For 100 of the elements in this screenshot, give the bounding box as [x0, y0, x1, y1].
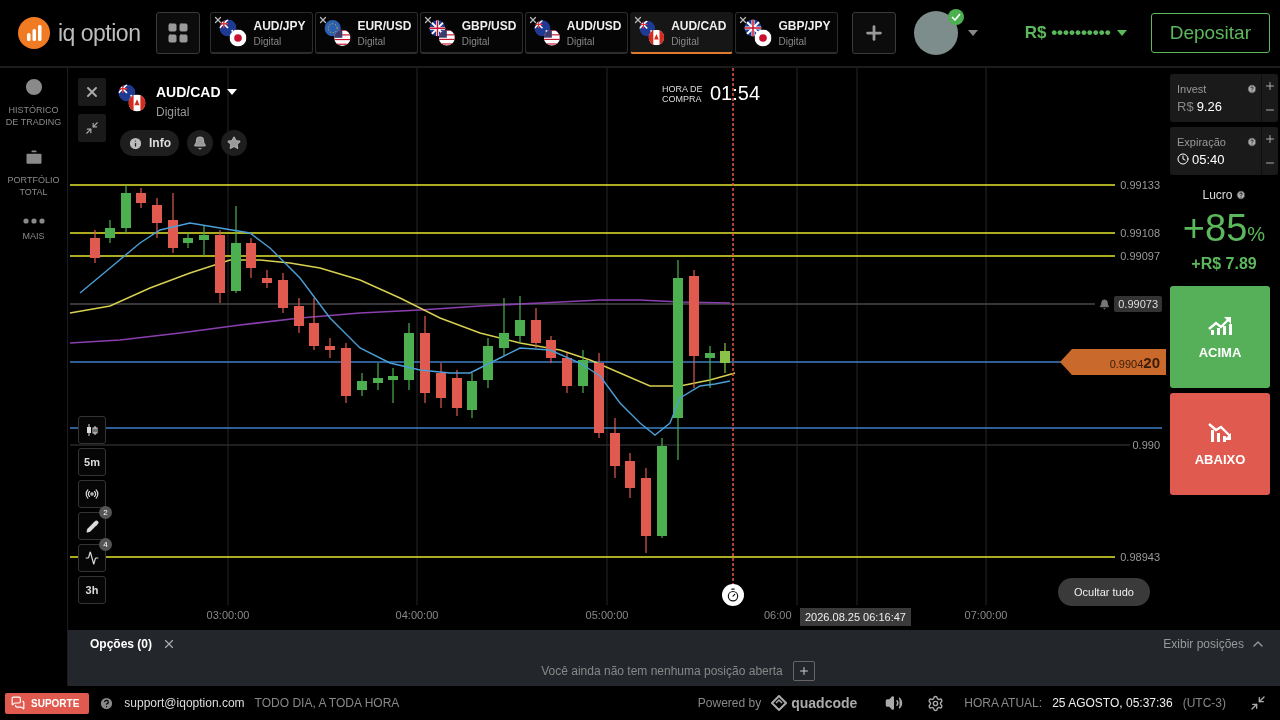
- help-icon[interactable]: [1247, 136, 1257, 147]
- asset-tab[interactable]: EUR/USD Digital: [315, 12, 419, 54]
- current-price-tag: 0.990420: [1060, 349, 1166, 375]
- candlestick: [294, 297, 304, 334]
- caret-icon: [1116, 30, 1127, 36]
- add-position-button[interactable]: [792, 661, 815, 681]
- asset-tab[interactable]: AUD/CAD Digital: [630, 12, 734, 54]
- purchase-time-label: HORA DE COMPRA: [662, 83, 704, 104]
- chat-icon: [11, 696, 25, 710]
- time-axis-label: 04:00:00: [395, 609, 439, 621]
- profit-label: Lucro: [1202, 188, 1233, 202]
- price-label: 0.99108: [1120, 227, 1160, 239]
- asset-tab[interactable]: GBP/USD Digital: [420, 12, 524, 54]
- balance-selector[interactable]: R$ ••••••••••: [1024, 23, 1127, 43]
- candlestick: [720, 342, 730, 374]
- candlestick: [309, 297, 319, 351]
- support-email[interactable]: support@iqoption.com: [124, 696, 245, 710]
- close-icon[interactable]: [423, 15, 434, 25]
- caret-icon[interactable]: [968, 30, 979, 36]
- collapse-icon: [85, 121, 99, 135]
- brand-logo-icon: [771, 695, 788, 711]
- support-hours: TODO DIA, A TODA HORA: [254, 696, 400, 710]
- tool-button[interactable]: [78, 416, 106, 444]
- field-value: 05:40: [1192, 151, 1225, 167]
- period-button[interactable]: 5m: [78, 448, 106, 476]
- tool-button[interactable]: [78, 544, 106, 572]
- check-icon: [948, 9, 965, 25]
- logo-icon: [18, 17, 50, 49]
- add-tab-button[interactable]: [852, 12, 897, 54]
- candlestick: [452, 369, 462, 417]
- powered-by-text: Powered by: [697, 696, 762, 710]
- currency-flags-icon: [744, 18, 773, 47]
- currency-flags-icon: [639, 18, 666, 47]
- invest-field[interactable]: Invest R$ 9.26: [1170, 74, 1278, 122]
- tool-button[interactable]: [78, 512, 106, 540]
- close-icon[interactable]: [633, 15, 644, 25]
- pencil-icon: [85, 519, 99, 533]
- help-icon[interactable]: [1247, 83, 1257, 94]
- expiration-field[interactable]: Expiração 05:40: [1170, 127, 1278, 175]
- candlestick: [546, 335, 556, 364]
- more-icon: [22, 218, 45, 224]
- close-icon[interactable]: [162, 637, 176, 651]
- currency-flags-icon: [118, 84, 146, 112]
- support-button[interactable]: SUPORTE: [5, 692, 90, 714]
- candlestick: [436, 362, 446, 409]
- tab-pair: EUR/USD: [357, 18, 412, 33]
- close-icon[interactable]: [213, 15, 224, 25]
- info-button[interactable]: Info: [120, 130, 179, 156]
- star-button[interactable]: [221, 130, 247, 156]
- volume-icon[interactable]: [885, 694, 904, 712]
- asset-tab[interactable]: AUD/JPY Digital: [210, 12, 314, 54]
- close-icon[interactable]: [738, 15, 749, 25]
- plus-icon[interactable]: [1264, 133, 1276, 145]
- assets-grid-button[interactable]: [156, 12, 201, 54]
- hide-all-button[interactable]: Ocultar tudo: [1058, 578, 1150, 606]
- candlestick: [404, 322, 414, 391]
- asset-tab[interactable]: AUD/USD Digital: [525, 12, 629, 54]
- close-icon[interactable]: [528, 15, 539, 25]
- sidebar-item[interactable]: HISTÓRICO DE TRADING: [2, 104, 65, 128]
- candlestick: [531, 307, 541, 349]
- exit-fullscreen-icon[interactable]: [1250, 695, 1266, 711]
- asset-tab[interactable]: GBP/JPY Digital: [735, 12, 839, 54]
- candlestick: [136, 187, 146, 209]
- options-tab[interactable]: Opções (0): [90, 637, 152, 651]
- plus-icon[interactable]: [1264, 80, 1276, 92]
- sidebar-item[interactable]: PORTFÓLIO TOTAL: [2, 174, 65, 198]
- chart-down-icon: [1207, 421, 1233, 442]
- chart-up-icon: [1207, 314, 1233, 335]
- sidebar-item[interactable]: MAIS: [2, 230, 65, 242]
- asset-selector[interactable]: AUD/CAD: [156, 84, 237, 100]
- tool-button[interactable]: [78, 480, 106, 508]
- close-button[interactable]: [78, 78, 106, 106]
- avatar[interactable]: [914, 11, 959, 55]
- currency-flags-icon: [219, 18, 248, 47]
- tab-pair: AUD/JPY: [253, 18, 306, 33]
- price-label: 0.98943: [1120, 551, 1160, 563]
- candlestick: [499, 297, 509, 357]
- candlestick: [246, 237, 256, 279]
- collapse-button[interactable]: [78, 114, 106, 142]
- bell-icon: [1099, 298, 1111, 310]
- close-icon[interactable]: [318, 15, 329, 25]
- tab-pair: GBP/USD: [461, 18, 517, 33]
- settings-icon[interactable]: [927, 694, 945, 712]
- wave-icon: [85, 551, 99, 565]
- price-label: 0.99097: [1120, 250, 1160, 262]
- help-icon[interactable]: [1235, 190, 1246, 200]
- down-button[interactable]: ABAIXO: [1170, 393, 1270, 495]
- deposit-button[interactable]: Depositar: [1150, 13, 1270, 53]
- signal-icon: [85, 487, 99, 501]
- bell-button[interactable]: [187, 130, 213, 156]
- show-positions-toggle[interactable]: Exibir posições: [1163, 636, 1266, 652]
- candlestick: [388, 367, 398, 404]
- candlestick: [325, 337, 335, 359]
- info-icon: [128, 135, 143, 151]
- tab-type: Digital: [461, 35, 491, 47]
- candlestick: [705, 345, 715, 389]
- grid-icon: [166, 21, 191, 45]
- crosshair-time-label: 2026.08.25 06:16:47: [800, 608, 911, 626]
- period-button[interactable]: 3h: [78, 576, 106, 604]
- field-label: Expiração: [1177, 135, 1226, 148]
